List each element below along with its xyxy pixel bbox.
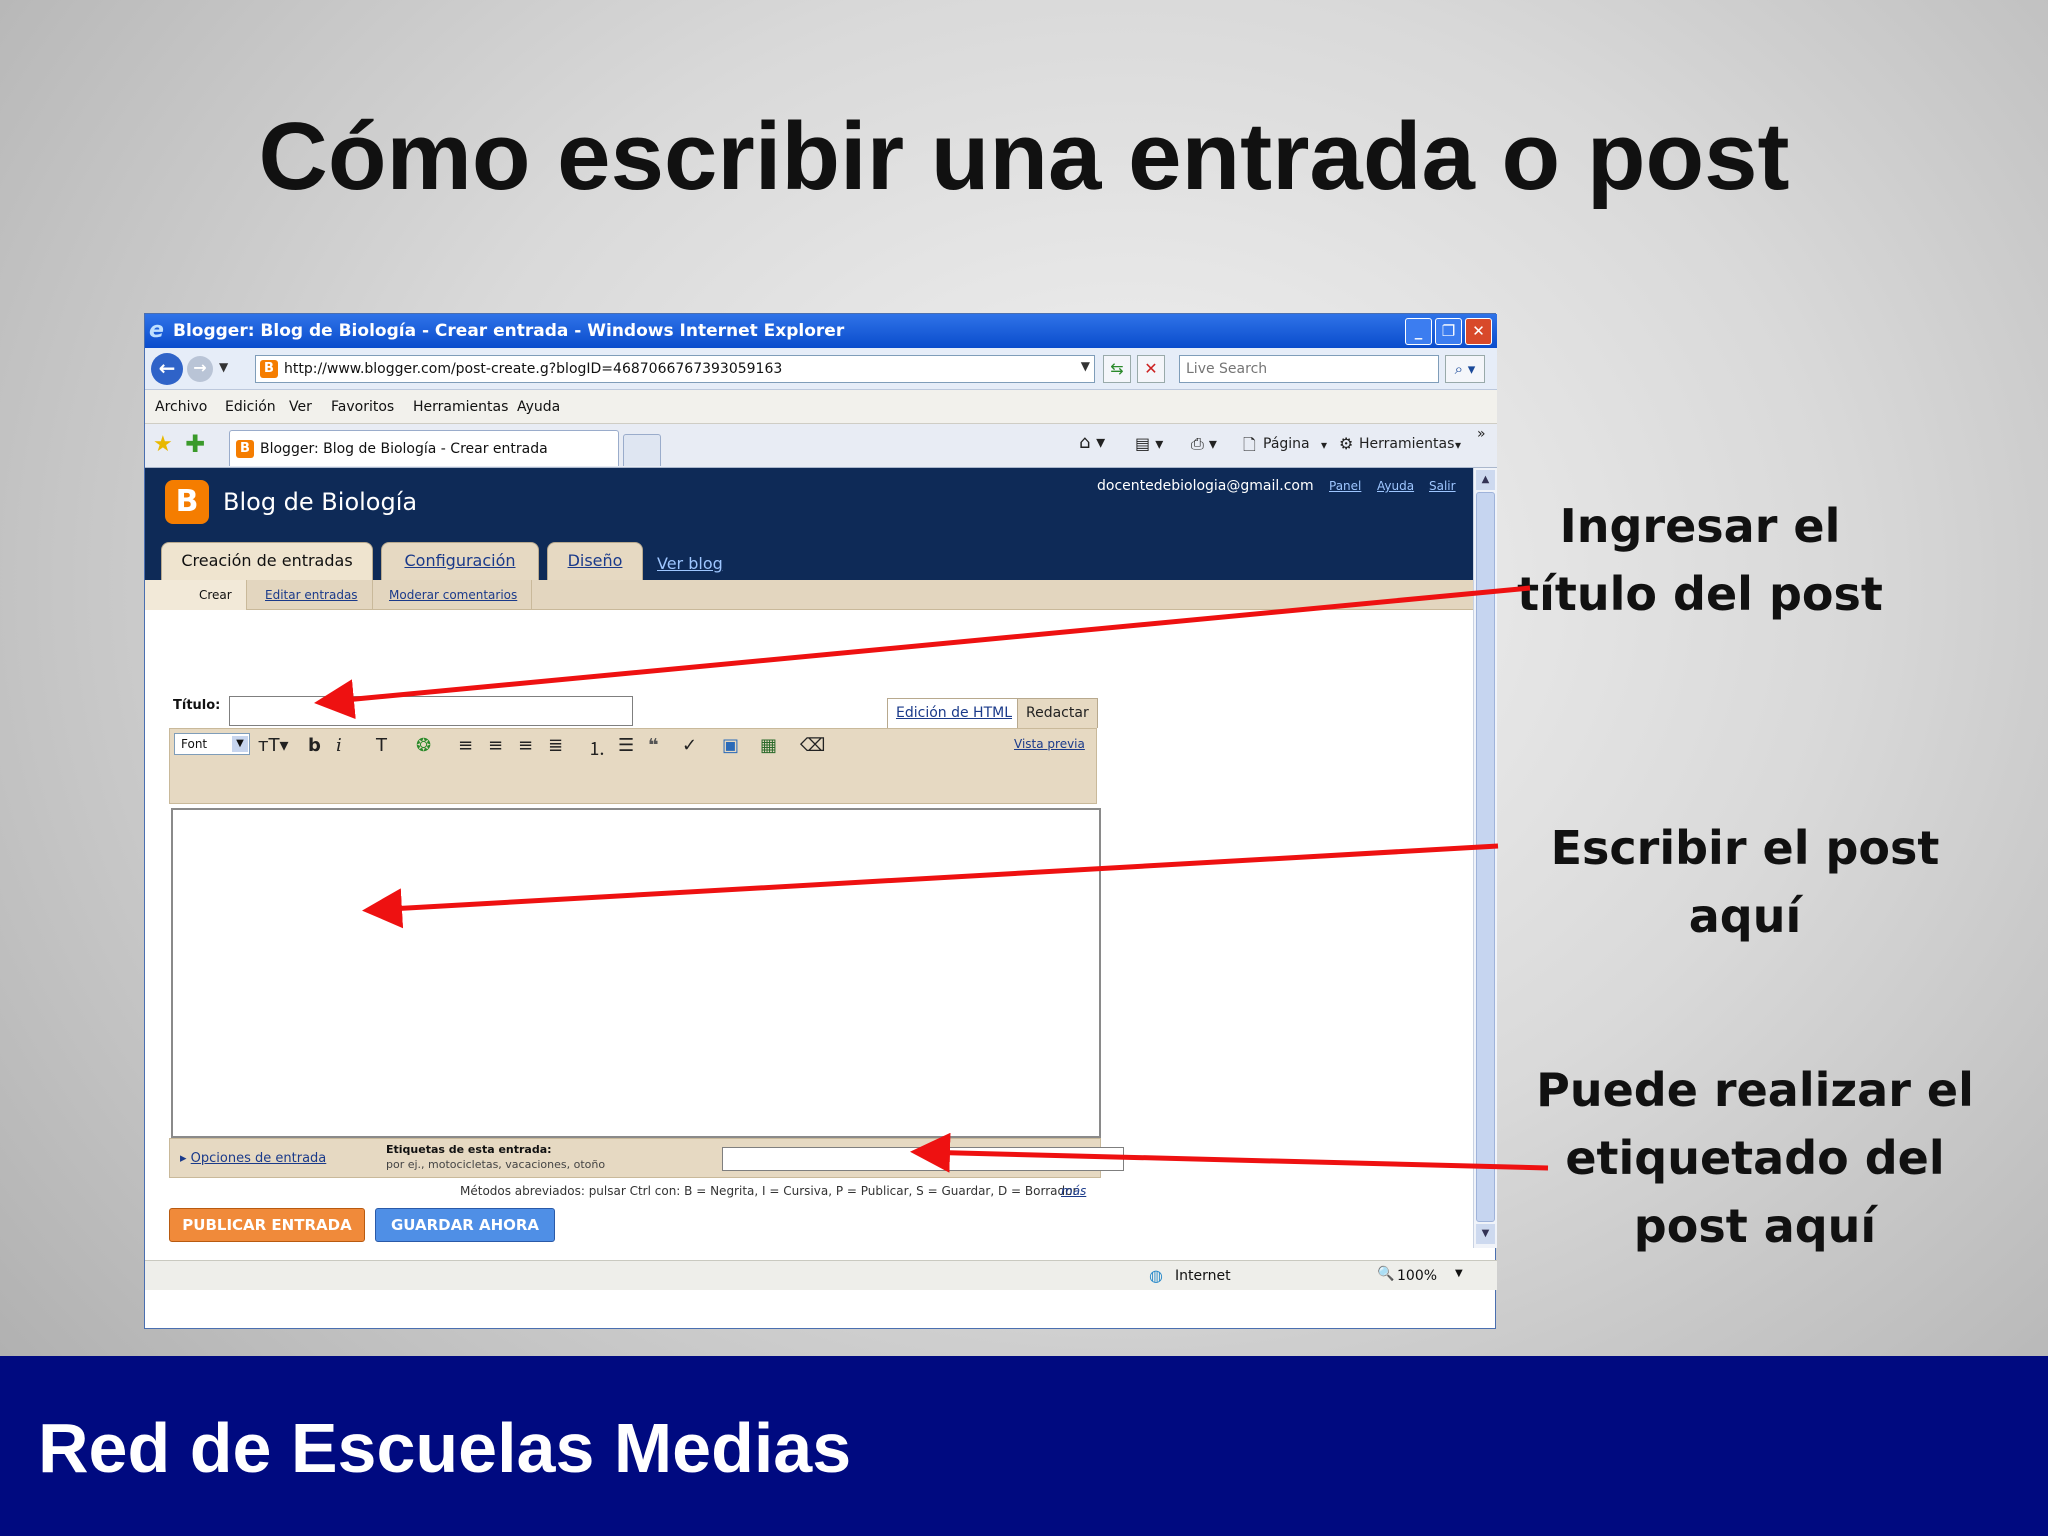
footer-text: Red de Escuelas Medias [38, 1409, 852, 1487]
arrow-to-title [314, 585, 1531, 720]
annotation-arrows [314, 585, 1549, 1173]
arrow-to-labels [910, 1132, 1549, 1173]
arrow-to-editor [362, 843, 1499, 929]
footer-bar: Red de Escuelas Medias [0, 1356, 2048, 1536]
